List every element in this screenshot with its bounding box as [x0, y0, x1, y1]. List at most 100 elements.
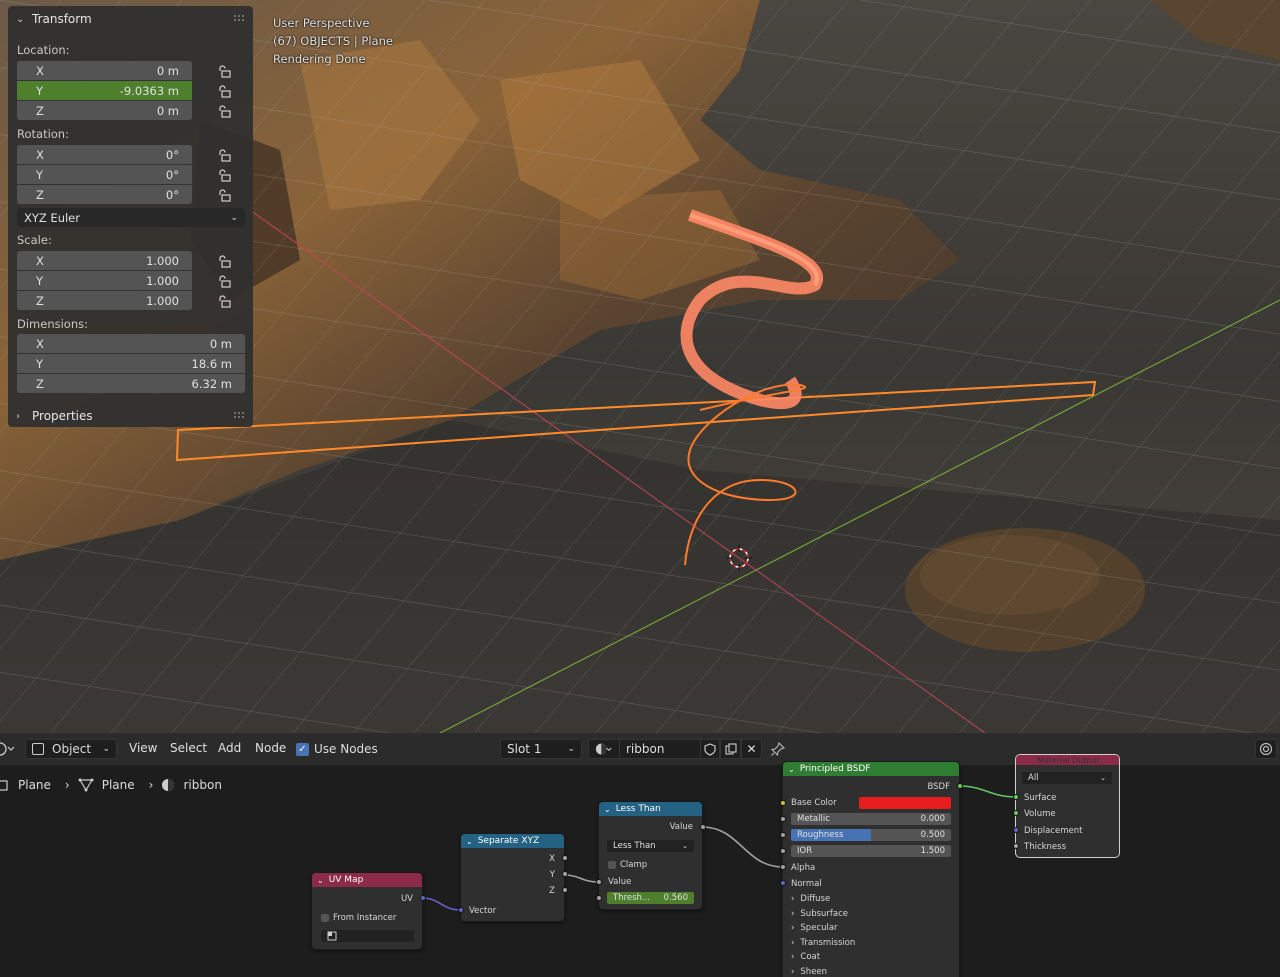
alpha-socket[interactable] — [780, 864, 786, 870]
field-value: 18.6 m — [191, 356, 232, 371]
rotation-x-field[interactable]: X 0° — [17, 145, 192, 164]
displacement-label: Displacement — [1024, 826, 1083, 836]
3d-viewport[interactable]: User Perspective (67) OBJECTS | Plane Re… — [0, 0, 1280, 733]
lock-icon[interactable] — [218, 189, 232, 203]
ior-socket[interactable] — [780, 848, 786, 854]
scale-y-field[interactable]: Y 1.000 — [17, 271, 192, 290]
value-input-socket[interactable] — [596, 879, 602, 885]
node-title: Separate XYZ — [477, 836, 540, 846]
separate-xyz-node[interactable]: ⌄ Separate XYZ X Y Z Vector — [458, 834, 568, 921]
separate-xyz-node-header[interactable]: ⌄ Separate XYZ — [461, 834, 564, 848]
panel-sheen[interactable]: › Sheen — [791, 967, 827, 977]
field-value: 1.000 — [146, 273, 179, 288]
value-output-socket[interactable] — [700, 824, 706, 830]
material-output-node-header[interactable]: Material Output — [1016, 755, 1119, 765]
field-value: 6.32 m — [191, 376, 232, 391]
metallic-label: Metallic — [797, 814, 830, 824]
lock-icon[interactable] — [218, 169, 232, 183]
shader-node-editor[interactable]: Object ⌄ View Select Add Node ✓ Use Node… — [0, 733, 1280, 977]
metallic-field[interactable]: Metallic 0.000 — [791, 813, 951, 825]
output-target-dropdown[interactable]: All ⌄ — [1022, 772, 1112, 784]
principled-bsdf-node[interactable]: ⌄ Principled BSDF BSDF Base Color Metalli… — [780, 762, 963, 977]
less-than-node-header[interactable]: ⌄ Less Than — [599, 802, 702, 816]
metallic-value: 0.000 — [920, 814, 945, 824]
normal-socket[interactable] — [780, 880, 786, 886]
dimensions-z-field[interactable]: Z 6.32 m — [17, 374, 245, 393]
panel-subsurface[interactable]: › Subsurface — [791, 909, 848, 919]
panel-specular[interactable]: › Specular — [791, 923, 838, 933]
x-output-socket[interactable] — [562, 855, 568, 861]
from-instancer-checkbox[interactable] — [321, 914, 329, 922]
thickness-input-socket[interactable] — [1013, 843, 1019, 849]
bsdf-output-socket[interactable] — [957, 783, 963, 789]
chevron-down-icon: ⌄ — [788, 764, 795, 774]
roughness-socket[interactable] — [780, 832, 786, 838]
rotation-z-field[interactable]: Z 0° — [17, 185, 192, 204]
scale-x-field[interactable]: X 1.000 — [17, 251, 192, 270]
threshold-input-socket[interactable] — [596, 895, 602, 901]
lock-icon[interactable] — [218, 65, 232, 79]
clamp-checkbox[interactable] — [608, 861, 616, 869]
dimensions-label: Dimensions: — [17, 317, 88, 331]
field-value: 0 m — [156, 63, 179, 78]
view-name: User Perspective — [273, 16, 370, 30]
less-than-node[interactable]: ⌄ Less Than Value Less Than ⌄ Clamp Value … — [596, 802, 706, 909]
drag-handle-icon[interactable] — [233, 14, 245, 22]
operation-value: Less Than — [613, 841, 656, 851]
panel-label: Specular — [800, 923, 838, 933]
vector-input-label: Vector — [469, 906, 497, 916]
axis-label: Y — [36, 356, 44, 371]
properties-panel-header[interactable]: › Properties — [8, 403, 253, 429]
threshold-field[interactable]: Thresh... 0.560 — [607, 892, 694, 904]
uv-map-selector[interactable] — [321, 930, 414, 942]
location-x-field[interactable]: X 0 m — [17, 61, 192, 80]
displacement-input-socket[interactable] — [1013, 827, 1019, 833]
output-target-value: All — [1028, 773, 1039, 783]
uv-output-socket[interactable] — [420, 895, 426, 901]
bsdf-output-label: BSDF — [927, 782, 950, 792]
vector-input-socket[interactable] — [458, 907, 464, 913]
axis-label: X — [36, 63, 44, 78]
sidebar-transform-panel: ⌄ Transform Location: X 0 m Y -9.0363 m Z 0… — [8, 6, 253, 427]
operation-dropdown[interactable]: Less Than ⌄ — [607, 840, 694, 852]
scale-label: Scale: — [17, 233, 52, 247]
transform-panel-header[interactable]: ⌄ Transform — [8, 6, 253, 32]
lock-icon[interactable] — [218, 105, 232, 119]
dimensions-x-field[interactable]: X 0 m — [17, 334, 245, 353]
lock-icon[interactable] — [218, 295, 232, 309]
rotation-y-field[interactable]: Y 0° — [17, 165, 192, 184]
material-output-node[interactable]: Material Output All ⌄ Surface Volume Disp… — [1013, 755, 1119, 857]
rotation-mode-dropdown[interactable]: XYZ Euler ⌄ — [17, 208, 245, 227]
panel-coat[interactable]: › Coat — [791, 952, 820, 962]
panel-transmission[interactable]: › Transmission — [791, 938, 855, 948]
panel-label: Sheen — [800, 967, 828, 977]
chevron-right-icon: › — [791, 923, 795, 933]
lock-icon[interactable] — [218, 85, 232, 99]
principled-bsdf-node-header[interactable]: ⌄ Principled BSDF — [783, 762, 959, 776]
scale-z-field[interactable]: Z 1.000 — [17, 291, 192, 310]
z-output-socket[interactable] — [562, 887, 568, 893]
lock-icon[interactable] — [218, 149, 232, 163]
lock-icon[interactable] — [218, 275, 232, 289]
volume-input-socket[interactable] — [1013, 810, 1019, 816]
y-output-socket[interactable] — [562, 871, 568, 877]
base-color-socket[interactable] — [780, 800, 786, 806]
ior-field[interactable]: IOR 1.500 — [791, 845, 951, 857]
panel-diffuse[interactable]: › Diffuse — [791, 894, 830, 904]
field-value: 0° — [165, 167, 179, 182]
surface-input-socket[interactable] — [1013, 794, 1019, 800]
uv-map-node[interactable]: ⌄ UV Map UV From Instancer — [312, 873, 426, 949]
metallic-socket[interactable] — [780, 816, 786, 822]
uv-map-node-header[interactable]: ⌄ UV Map — [312, 873, 422, 887]
base-color-swatch[interactable] — [859, 797, 951, 809]
drag-handle-icon[interactable] — [233, 411, 245, 419]
axis-label: Z — [36, 187, 44, 202]
ior-value: 1.500 — [920, 846, 945, 856]
roughness-field[interactable]: Roughness 0.500 — [791, 829, 951, 841]
lock-icon[interactable] — [218, 255, 232, 269]
object-info: (67) OBJECTS | Plane — [273, 34, 393, 48]
dimensions-y-field[interactable]: Y 18.6 m — [17, 354, 245, 373]
location-z-field[interactable]: Z 0 m — [17, 101, 192, 120]
location-y-field[interactable]: Y -9.0363 m — [17, 81, 192, 100]
chevron-right-icon: › — [791, 967, 795, 977]
